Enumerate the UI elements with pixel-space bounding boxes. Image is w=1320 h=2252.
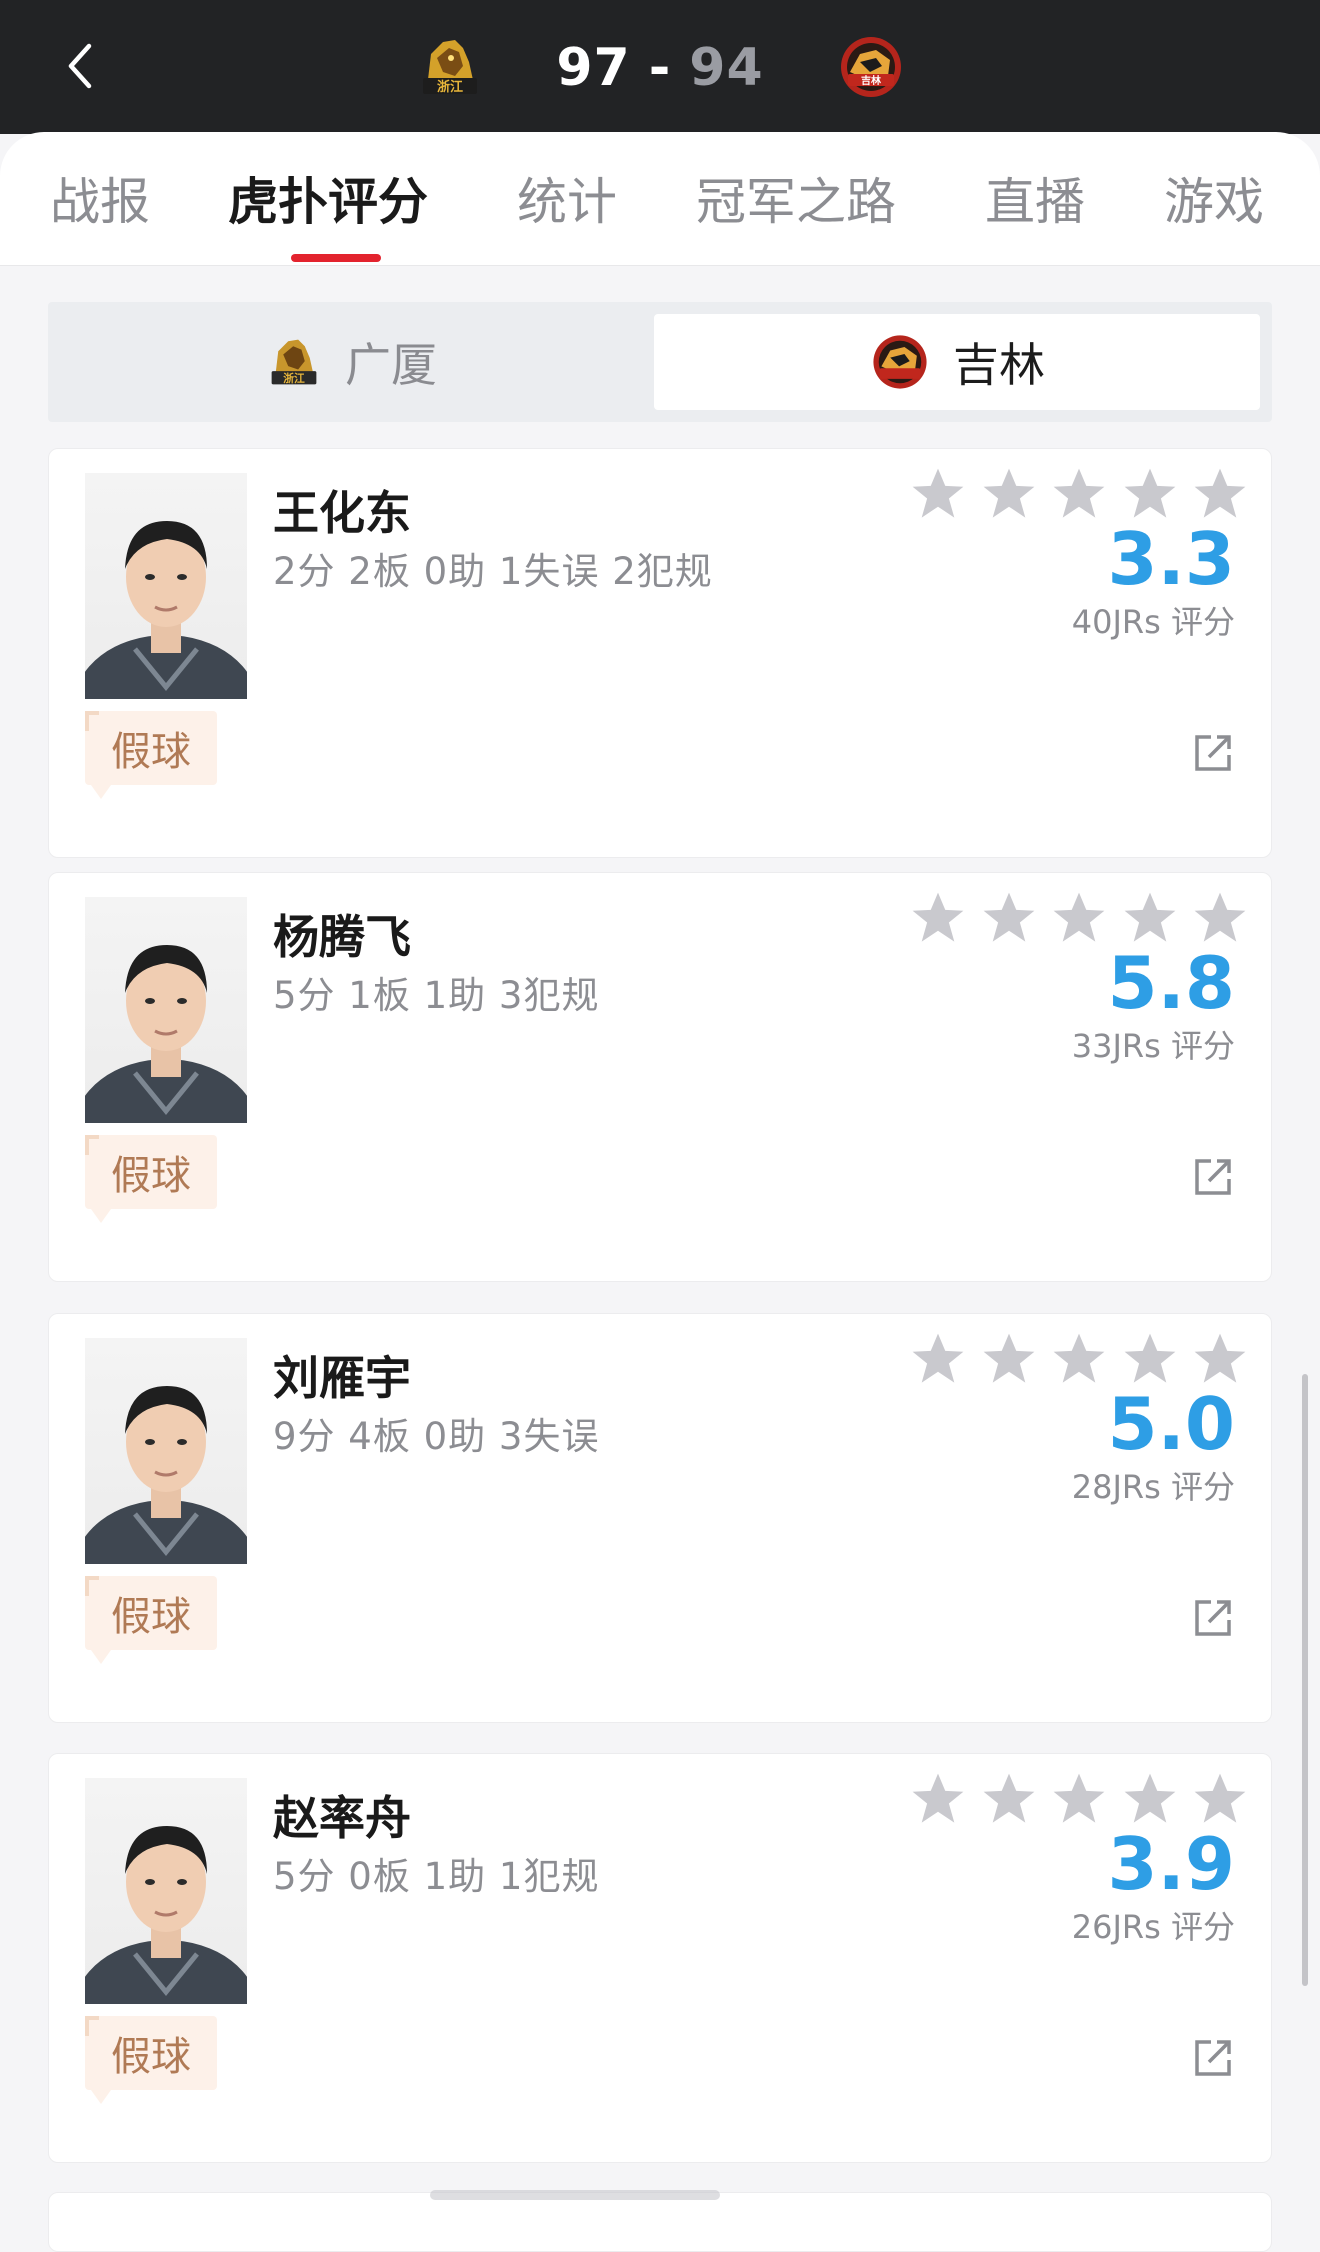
jilin-tiger-logo-icon[interactable]: 吉林 [836, 32, 906, 102]
player-stats: 9分 4板 0助 3失误 [273, 1415, 600, 1458]
top-comment-tag[interactable]: 假球 [85, 1135, 217, 1223]
tab-report[interactable]: 战报 [50, 162, 150, 234]
player-stats: 5分 0板 1助 1犯规 [273, 1855, 600, 1898]
star-icon[interactable] [909, 889, 967, 947]
tab-stats[interactable]: 统计 [517, 162, 617, 234]
team-option-guangsha[interactable]: 浙江 广厦 [48, 314, 654, 410]
player-avatar [85, 1778, 247, 2004]
star-icon[interactable] [1050, 465, 1108, 523]
player-card[interactable]: 赵率舟 5分 0板 1助 1犯规 3.9 26JRs 评分 假球 [48, 1753, 1272, 2163]
player-avatar [85, 1338, 247, 1564]
player-avatar [85, 897, 247, 1123]
player-stats: 5分 1板 1助 3犯规 [273, 974, 600, 1017]
rating-count: 33JRs 评分 [1071, 1027, 1235, 1065]
top-comment-tag[interactable]: 假球 [85, 711, 217, 799]
top-comment-tag[interactable]: 假球 [85, 2016, 217, 2104]
player-avatar [85, 473, 247, 699]
star-icon[interactable] [1191, 889, 1249, 947]
average-rating: 3.3 [1107, 517, 1235, 601]
home-score: 97 [556, 38, 631, 98]
average-rating: 3.9 [1107, 1822, 1235, 1906]
star-icon[interactable] [1050, 889, 1108, 947]
svg-text:吉林: 吉林 [861, 74, 882, 87]
player-name[interactable]: 王化东 [273, 477, 411, 543]
player-name[interactable]: 刘雁宇 [273, 1342, 411, 1408]
share-icon[interactable] [1191, 2036, 1235, 2080]
share-icon[interactable] [1191, 1155, 1235, 1199]
svg-text:浙江: 浙江 [283, 372, 305, 385]
player-card[interactable]: 王化东 2分 2板 0助 1失误 2犯规 3.3 40JRs 评分 假球 [48, 448, 1272, 858]
rating-count: 40JRs 评分 [1071, 603, 1235, 641]
away-score: 94 [689, 38, 764, 98]
team-option-jilin[interactable]: 吉林 [654, 314, 1260, 410]
team-switch: 浙江 广厦 吉林 [48, 302, 1272, 422]
star-icon[interactable] [1121, 1330, 1179, 1388]
player-name[interactable]: 赵率舟 [273, 1782, 411, 1848]
team-label-jilin: 吉林 [953, 338, 1045, 392]
star-icon[interactable] [1191, 1330, 1249, 1388]
scrollbar[interactable] [1302, 1374, 1308, 1986]
star-icon[interactable] [980, 1330, 1038, 1388]
star-icon[interactable] [980, 889, 1038, 947]
star-icon[interactable] [1121, 465, 1179, 523]
average-rating: 5.8 [1107, 941, 1235, 1025]
share-icon[interactable] [1191, 1596, 1235, 1640]
tab-games[interactable]: 游戏 [1164, 162, 1264, 234]
star-icon[interactable] [1050, 1770, 1108, 1828]
top-comment-tag[interactable]: 假球 [85, 1576, 217, 1664]
guangsha-logo-icon: 浙江 [271, 339, 317, 385]
share-icon[interactable] [1191, 731, 1235, 775]
star-icon[interactable] [909, 465, 967, 523]
star-icon[interactable] [1191, 1770, 1249, 1828]
rating-count: 28JRs 评分 [1071, 1468, 1235, 1506]
tab-hupu-rating[interactable]: 虎扑评分 [228, 162, 428, 234]
player-card-partial[interactable] [48, 2192, 1272, 2252]
jilin-logo-icon [873, 335, 927, 389]
home-indicator [430, 2190, 720, 2200]
player-name[interactable]: 杨腾飞 [273, 901, 411, 967]
star-icon[interactable] [980, 1770, 1038, 1828]
tab-live[interactable]: 直播 [985, 162, 1085, 234]
tab-road-to-championship[interactable]: 冠军之路 [696, 162, 896, 234]
player-card[interactable]: 杨腾飞 5分 1板 1助 3犯规 5.8 33JRs 评分 假球 [48, 872, 1272, 1282]
tab-bar: 战报 虎扑评分 统计 冠军之路 直播 游戏 [0, 132, 1320, 266]
rating-count: 26JRs 评分 [1071, 1908, 1235, 1946]
team-label-guangsha: 广厦 [345, 338, 437, 392]
top-bar: 浙江 97 - 94 吉林 [0, 0, 1320, 134]
player-card[interactable]: 刘雁宇 9分 4板 0助 3失误 5.0 28JRs 评分 假球 [48, 1313, 1272, 1723]
star-icon[interactable] [909, 1330, 967, 1388]
star-icon[interactable] [1121, 1770, 1179, 1828]
game-score: 97 - 94 [0, 30, 1320, 106]
star-icon[interactable] [980, 465, 1038, 523]
star-icon[interactable] [1050, 1330, 1108, 1388]
player-stats: 2分 2板 0助 1失误 2犯规 [273, 550, 713, 593]
star-icon[interactable] [1121, 889, 1179, 947]
star-icon[interactable] [1191, 465, 1249, 523]
score-separator: - [648, 38, 672, 98]
star-icon[interactable] [909, 1770, 967, 1828]
active-tab-indicator [291, 254, 381, 262]
average-rating: 5.0 [1107, 1382, 1235, 1466]
